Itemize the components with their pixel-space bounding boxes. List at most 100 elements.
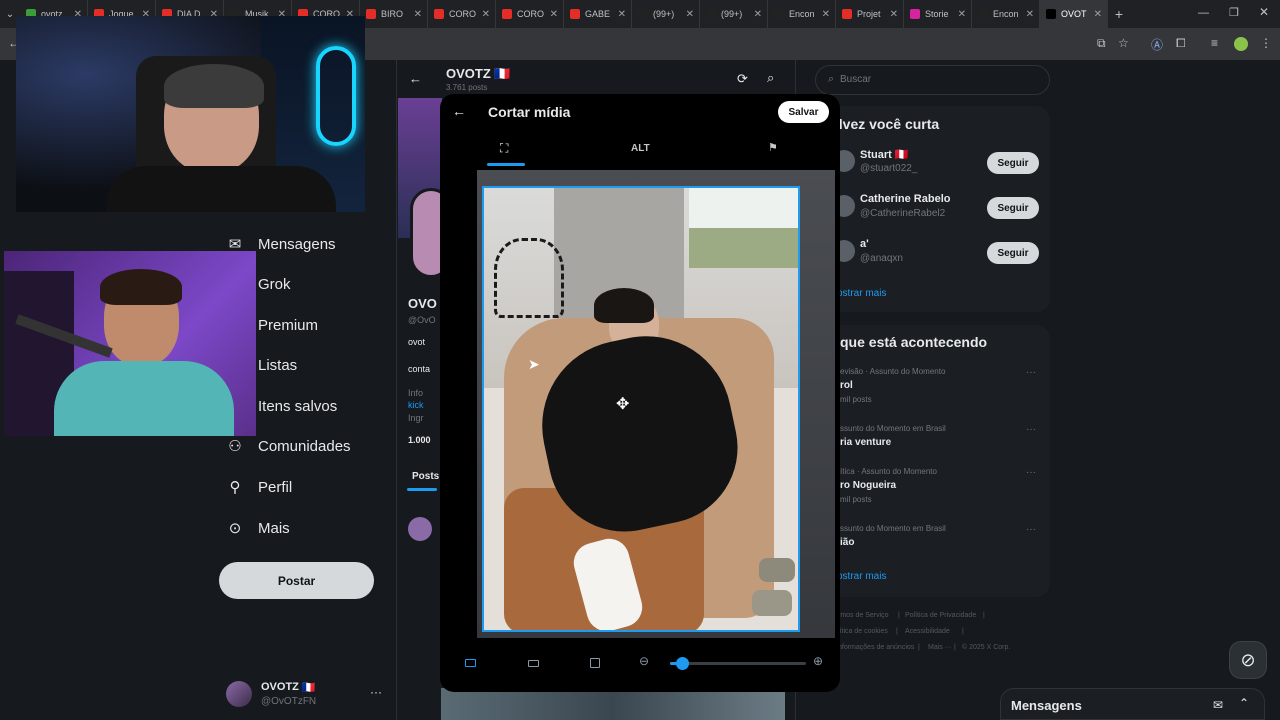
star-icon[interactable]: ☆ xyxy=(1118,36,1129,50)
zoom-in-icon[interactable]: ⊕ xyxy=(813,654,823,668)
browser-tab[interactable]: Storie ✕ xyxy=(904,0,972,28)
show-more-trends[interactable]: ostrar mais xyxy=(837,571,886,582)
tab-close-icon[interactable]: ✕ xyxy=(958,9,966,20)
tab-label: Encon xyxy=(993,9,1019,19)
follow-button[interactable]: Seguir xyxy=(987,152,1039,174)
extensions-icon[interactable]: ⧠ xyxy=(1176,36,1186,51)
follow-button[interactable]: Seguir xyxy=(987,197,1039,219)
trends-title: que está acontecendo xyxy=(840,334,988,350)
browser-tab[interactable]: CORO ✕ xyxy=(428,0,496,28)
tab-close-icon[interactable]: ✕ xyxy=(482,9,490,20)
zoom-slider-knob[interactable] xyxy=(675,657,689,670)
post-media-preview[interactable] xyxy=(441,688,785,720)
aspect-original-icon[interactable] xyxy=(465,659,476,667)
crop-icon[interactable]: ⛶ xyxy=(500,141,508,156)
menu-icon[interactable]: ⋮ xyxy=(1260,36,1272,50)
trend-title[interactable]: ião xyxy=(840,537,854,548)
footer-link[interactable]: Política de Privacidade xyxy=(905,612,976,619)
tab-close-icon[interactable]: ✕ xyxy=(550,9,558,20)
browser-tab[interactable]: Projet ✕ xyxy=(836,0,904,28)
expand-icon[interactable]: ⌃ xyxy=(1239,696,1249,710)
suggestion-name[interactable]: Catherine Rabelo xyxy=(860,193,950,205)
close-window-icon[interactable]: ✕ xyxy=(1259,5,1269,19)
account-more-icon[interactable]: ··· xyxy=(370,685,382,699)
post-button[interactable]: Postar xyxy=(219,562,374,599)
tab-close-icon[interactable]: ✕ xyxy=(1094,9,1102,20)
profile-followers[interactable]: 1.000 xyxy=(408,435,431,445)
aspect-wide-icon[interactable] xyxy=(528,660,539,667)
tab-close-icon[interactable]: ✕ xyxy=(414,9,422,20)
sidebar-item-mais[interactable]: ⊙ Mais xyxy=(226,515,290,541)
messages-drawer-title: Mensagens xyxy=(1011,698,1082,713)
footer-link[interactable]: lítica de cookies xyxy=(838,628,888,635)
sidebar-item-label: Listas xyxy=(258,356,298,374)
messages-drawer[interactable]: Mensagens ✉ ⌃ xyxy=(1000,688,1265,720)
suggestion-name[interactable]: Stuart 🇵🇪 xyxy=(860,148,909,161)
browser-tab[interactable]: (99+) ✕ xyxy=(632,0,700,28)
profile-title-flag: 🇫🇷 xyxy=(494,66,511,81)
footer-link[interactable]: Acessibilidade xyxy=(905,628,950,635)
trend-more-icon[interactable]: ··· xyxy=(1026,524,1036,535)
save-button[interactable]: Salvar xyxy=(778,101,829,123)
tab-favicon-icon xyxy=(434,9,444,19)
tab-label: Projet xyxy=(857,9,881,19)
browser-tab[interactable]: OVOT ✕ xyxy=(1040,0,1108,28)
install-icon[interactable]: ⧉ xyxy=(1097,36,1106,51)
translate-icon[interactable]: Ⓐ xyxy=(1151,36,1163,53)
search-input[interactable]: ⌕ Buscar xyxy=(815,65,1050,95)
footer-link[interactable]: rmos de Serviço xyxy=(838,612,889,619)
browser-tab[interactable]: (99+) ✕ xyxy=(700,0,768,28)
browser-tab[interactable]: BIRO ✕ xyxy=(360,0,428,28)
tab-alt[interactable]: ALT xyxy=(631,143,650,154)
tab-close-icon[interactable]: ✕ xyxy=(822,9,830,20)
search-icon[interactable]: ⌕ xyxy=(767,70,774,86)
post-avatar[interactable] xyxy=(408,517,432,541)
footer-link[interactable]: Mais ··· xyxy=(928,644,952,651)
footer-link[interactable]: © 2025 X Corp. xyxy=(962,644,1010,651)
zoom-slider[interactable] xyxy=(670,657,806,670)
flag-icon[interactable]: ⚑ xyxy=(768,141,778,154)
tab-close-icon[interactable]: ✕ xyxy=(754,9,762,20)
footer-link[interactable]: nformações de anúncios xyxy=(838,644,914,651)
suggestion-name[interactable]: a' xyxy=(860,238,869,250)
trend-title[interactable]: ro Nogueira xyxy=(840,480,896,491)
move-icon[interactable]: ✥ xyxy=(616,394,629,414)
profile-link[interactable]: kick xyxy=(408,400,424,410)
new-message-icon[interactable]: ✉ xyxy=(1213,698,1223,712)
profile-contact-partial: conta xyxy=(408,364,431,374)
restore-icon[interactable]: ❐ xyxy=(1229,6,1239,19)
trend-title[interactable]: rol xyxy=(840,380,853,391)
aspect-square-icon[interactable] xyxy=(590,658,600,668)
browser-tab[interactable]: Encon ✕ xyxy=(768,0,836,28)
sidebar-item-perfil[interactable]: ⚲ Perfil xyxy=(226,474,293,500)
profile-avatar[interactable] xyxy=(1234,37,1248,51)
modal-back-icon[interactable]: ← xyxy=(452,103,466,119)
trend-more-icon[interactable]: ··· xyxy=(1026,467,1036,478)
browser-tab[interactable]: CORO ✕ xyxy=(496,0,564,28)
grok-floating-icon[interactable]: ⊘ xyxy=(1229,641,1267,679)
tab-close-icon[interactable]: ✕ xyxy=(890,9,898,20)
tab-close-icon[interactable]: ✕ xyxy=(618,9,626,20)
trend-more-icon[interactable]: ··· xyxy=(1026,367,1036,378)
sidebar-item-comunidades[interactable]: ⚇ Comunidades xyxy=(226,433,350,459)
zoom-out-icon[interactable]: ⊖ xyxy=(639,654,649,668)
tab-label: CORO xyxy=(517,9,544,19)
suggestion-handle: @CatherineRabel2 xyxy=(860,208,946,219)
trend-title[interactable]: ria venture xyxy=(840,437,891,448)
refresh-icon[interactable]: ⟳ xyxy=(737,71,748,87)
tab-close-icon[interactable]: ✕ xyxy=(686,9,694,20)
crop-area[interactable]: ✥ ➤ xyxy=(477,170,835,638)
tab-close-icon[interactable]: ✕ xyxy=(1026,9,1034,20)
crop-frame[interactable]: ✥ ➤ xyxy=(482,186,800,632)
tab-posts[interactable]: Posts xyxy=(412,471,439,482)
browser-tab[interactable]: Encon ✕ xyxy=(972,0,1040,28)
reading-list-icon[interactable]: ≡ xyxy=(1211,36,1218,50)
minimize-icon[interactable]: — xyxy=(1198,7,1209,19)
back-arrow-icon[interactable]: ← xyxy=(409,71,422,86)
show-more-suggestions[interactable]: ostrar mais xyxy=(837,288,886,299)
browser-tab[interactable]: GABE ✕ xyxy=(564,0,632,28)
new-tab-button[interactable]: + xyxy=(1108,6,1130,22)
follow-button[interactable]: Seguir xyxy=(987,242,1039,264)
avatar[interactable] xyxy=(226,681,252,707)
trend-more-icon[interactable]: ··· xyxy=(1026,424,1036,435)
